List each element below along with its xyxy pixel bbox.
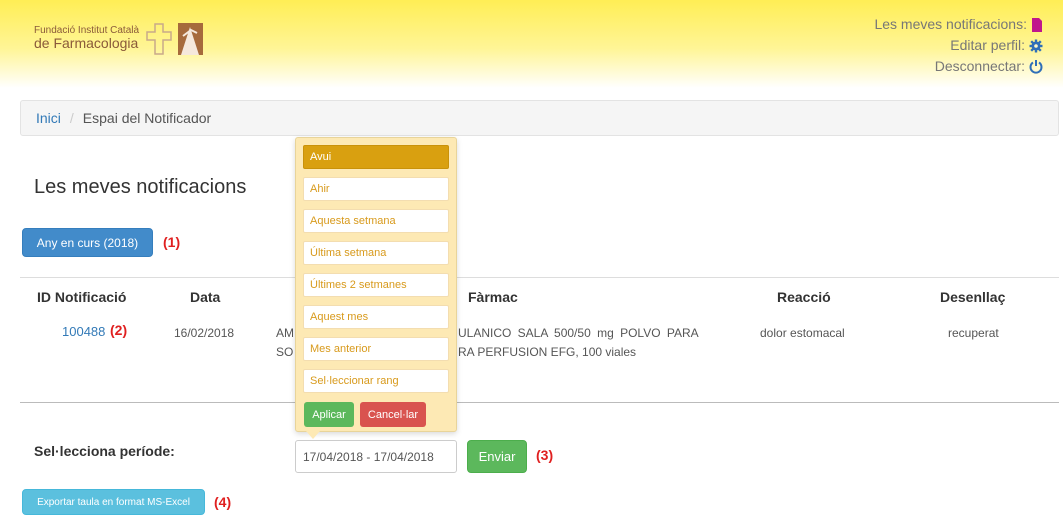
cell-reaction: dolor estomacal: [760, 326, 845, 340]
table-divider-bottom: [20, 402, 1059, 403]
header: Fundació Institut Català de Farmacologia…: [0, 0, 1063, 88]
menu-notifications-label: Les meves notificacions:: [874, 16, 1027, 32]
table-divider-top: [20, 277, 1059, 278]
breadcrumb: Inici / Espai del Notificador: [20, 100, 1059, 136]
period-label: Sel·lecciona període:: [34, 443, 175, 459]
range-this-week[interactable]: Aquesta setmana: [303, 209, 449, 233]
date-range-input[interactable]: [295, 440, 457, 473]
breadcrumb-separator: /: [69, 110, 74, 126]
column-header-reaction[interactable]: Reacció: [777, 289, 831, 305]
cell-outcome: recuperat: [948, 326, 999, 340]
menu-edit-profile[interactable]: Editar perfil:: [874, 35, 1043, 56]
menu-logout-label: Desconnectar:: [934, 58, 1025, 74]
logo-line2-name: Farmacologia: [53, 35, 139, 51]
logo-mark-icon: [146, 23, 204, 55]
range-custom[interactable]: Sel·leccionar rang: [303, 369, 449, 393]
annotation-marker-1: (1): [163, 234, 181, 250]
cell-drug-line1-left: AM: [276, 326, 294, 340]
current-year-button[interactable]: Any en curs (2018): [22, 228, 153, 257]
date-range-picker: Avui Ahir Aquesta setmana Última setmana…: [295, 137, 457, 432]
export-excel-button[interactable]: Exportar taula en format MS-Excel: [22, 489, 205, 515]
notification-id-link[interactable]: 100488: [62, 323, 105, 341]
file-icon: [1032, 17, 1042, 32]
column-header-date[interactable]: Data: [190, 289, 220, 305]
cell-drug-line2-left: SO: [276, 345, 294, 359]
cell-drug-line1-right: ULANICO SALA 500/50 mg POLVO PARA: [458, 326, 699, 340]
range-last-week[interactable]: Última setmana: [303, 241, 449, 265]
annotation-marker-2: (2): [110, 322, 128, 338]
apply-button[interactable]: Aplicar: [304, 402, 354, 427]
gear-icon: [1029, 39, 1043, 52]
range-last-2-weeks[interactable]: Últimes 2 setmanes: [303, 273, 449, 297]
column-header-drug[interactable]: Fàrmac: [468, 289, 518, 305]
logo[interactable]: Fundació Institut Català de Farmacologia: [34, 20, 207, 56]
column-header-id[interactable]: ID Notificació: [37, 289, 126, 305]
breadcrumb-home-link[interactable]: Inici: [36, 110, 61, 126]
range-this-month[interactable]: Aquest mes: [303, 305, 449, 329]
logo-text: Fundació Institut Català de Farmacologia: [34, 25, 139, 51]
page-title: Les meves notificacions: [34, 176, 247, 198]
range-previous-month[interactable]: Mes anterior: [303, 337, 449, 361]
menu-edit-profile-label: Editar perfil:: [950, 37, 1025, 53]
annotation-marker-3: (3): [536, 447, 554, 463]
send-button[interactable]: Enviar: [467, 440, 527, 473]
cell-drug-line2-right: RA PERFUSION EFG, 100 viales: [458, 345, 637, 359]
menu-logout[interactable]: Desconnectar:: [874, 56, 1043, 77]
column-header-outcome[interactable]: Desenllaç: [940, 289, 1005, 305]
menu-notifications[interactable]: Les meves notificacions:: [874, 14, 1043, 35]
annotation-marker-4: (4): [214, 494, 232, 510]
cancel-button[interactable]: Cancel·lar: [360, 402, 426, 427]
cell-date: 16/02/2018: [174, 326, 235, 340]
user-menu: Les meves notificacions: Editar perfil: …: [874, 14, 1043, 77]
logo-line2-prefix: de: [34, 35, 54, 51]
logo-line2: de Farmacologia: [34, 36, 139, 51]
breadcrumb-current: Espai del Notificador: [82, 110, 212, 126]
range-yesterday[interactable]: Ahir: [303, 177, 449, 201]
range-today[interactable]: Avui: [303, 145, 449, 169]
power-icon: [1029, 60, 1043, 74]
date-range-picker-arrow: [306, 431, 320, 439]
